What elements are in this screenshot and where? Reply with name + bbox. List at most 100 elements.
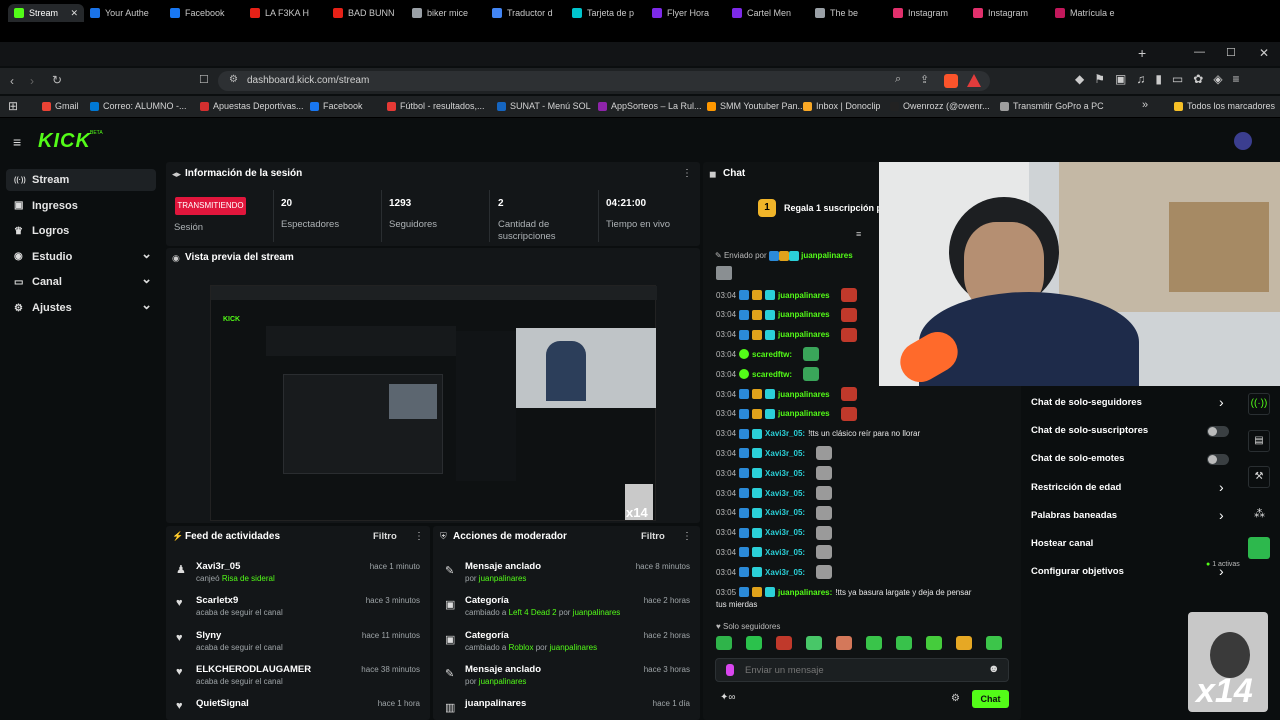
- emote-icon[interactable]: [956, 636, 972, 650]
- mod-category-name[interactable]: Left 4 Dead 2: [509, 608, 557, 617]
- stream-preview-video[interactable]: KICK: [210, 285, 657, 521]
- hamburger-menu-icon[interactable]: ≡: [13, 134, 21, 150]
- emote-icon[interactable]: [716, 636, 732, 650]
- bookmark-item[interactable]: Inbox | Donoclip: [803, 101, 880, 111]
- maximize-button[interactable]: ☐: [1226, 46, 1236, 59]
- chat-username[interactable]: juanpalinares: [778, 291, 830, 300]
- chat-username[interactable]: scaredftw:: [752, 370, 792, 379]
- chat-username[interactable]: scaredftw:: [752, 350, 792, 359]
- bookmark-item[interactable]: Fútbol - resultados,...: [387, 101, 485, 111]
- more-options-icon[interactable]: ⋮: [682, 168, 692, 179]
- bookmark-item[interactable]: Todos los marcadores: [1174, 101, 1275, 111]
- chat-message[interactable]: 03:04 Xavi3r_05:: [716, 543, 833, 561]
- tab-13[interactable]: Matrícula e: [1055, 4, 1129, 22]
- tab-11[interactable]: Instagram: [893, 4, 967, 22]
- mod-user[interactable]: juanpalinares: [573, 608, 621, 617]
- chat-settings-icon[interactable]: ⚙: [951, 693, 960, 704]
- chat-username[interactable]: juanpalinares: [778, 330, 830, 339]
- new-tab-button[interactable]: +: [1138, 45, 1146, 61]
- sidebar-item-ingresos[interactable]: ▣ Ingresos: [6, 195, 156, 217]
- chat-username[interactable]: Xavi3r_05:: [765, 449, 805, 458]
- chat-username[interactable]: Xavi3r_05:: [765, 568, 805, 577]
- chat-message[interactable]: 03:04 Xavi3r_05:: [716, 484, 833, 502]
- mod-menu-item[interactable]: Chat de solo-emotes: [1031, 453, 1124, 464]
- tab-2[interactable]: Facebook: [170, 4, 244, 22]
- chat-username[interactable]: Xavi3r_05:: [765, 429, 805, 438]
- bookmark-item[interactable]: Gmail: [42, 101, 79, 111]
- emote-icon[interactable]: [836, 636, 852, 650]
- emote-icon[interactable]: [866, 636, 882, 650]
- chat-message[interactable]: 03:04 juanpalinares: [716, 385, 857, 403]
- bookmark-item[interactable]: Owenrozz (@owenr...: [890, 101, 990, 111]
- tab-4[interactable]: BAD BUNN: [333, 4, 407, 22]
- emoji-icon[interactable]: ☻: [988, 663, 1000, 675]
- emote-icon[interactable]: [986, 636, 1002, 650]
- reload-icon[interactable]: ↻: [52, 73, 62, 87]
- chevron-down-icon[interactable]: ⌄: [141, 246, 152, 262]
- search-icon[interactable]: ⌕: [895, 73, 901, 86]
- wrench-icon[interactable]: ⚒: [1248, 466, 1270, 488]
- chat-message[interactable]: 03:05 juanpalinares: !tts ya basura largat…: [716, 583, 971, 601]
- more-bookmarks-icon[interactable]: »: [1142, 99, 1148, 111]
- bookmark-item[interactable]: Facebook: [310, 101, 363, 111]
- mod-user[interactable]: juanpalinares: [550, 643, 598, 652]
- bookmark-item[interactable]: Transmitir GoPro a PC: [1000, 101, 1104, 111]
- chat-message[interactable]: 03:04 scaredftw:: [716, 365, 820, 383]
- feed-filter-button[interactable]: Filtro: [373, 531, 397, 542]
- minimize-button[interactable]: —: [1194, 46, 1205, 58]
- chat-username[interactable]: juanpalinares: [778, 310, 830, 319]
- feed-user[interactable]: Scarletx9: [196, 595, 238, 606]
- mod-menu-item[interactable]: Hostear canal: [1031, 538, 1093, 549]
- tab-0[interactable]: Stream ✕: [8, 4, 84, 22]
- feed-user[interactable]: Slyny: [196, 630, 221, 641]
- chat-username[interactable]: juanpalinares: [778, 390, 830, 399]
- feed-user[interactable]: Xavi3r_05: [196, 561, 240, 572]
- tab-5[interactable]: biker mice: [412, 4, 486, 22]
- gift-sub-text[interactable]: Regala 1 suscripción pa: [784, 203, 887, 213]
- emote-icon[interactable]: [896, 636, 912, 650]
- send-chat-button[interactable]: Chat: [972, 690, 1009, 708]
- chat-message[interactable]: 03:04 Xavi3r_05:: [716, 524, 833, 542]
- toggle-switch[interactable]: [1207, 454, 1229, 466]
- mod-filter-button[interactable]: Filtro: [641, 531, 665, 542]
- feed-more-icon[interactable]: ⋮: [414, 531, 424, 542]
- emote-icon[interactable]: [776, 636, 792, 650]
- chevron-down-icon[interactable]: ⌄: [141, 271, 152, 287]
- chat-message[interactable]: 03:04 juanpalinares: [716, 306, 857, 324]
- chat-message[interactable]: 03:04 Xavi3r_05:: [716, 563, 833, 581]
- mod-menu-item[interactable]: Chat de solo-suscriptores: [1031, 425, 1148, 436]
- sidebar-item-logros[interactable]: ♛ Logros: [6, 220, 156, 242]
- feed-user[interactable]: ELKCHERODLAUGAMER: [196, 664, 311, 675]
- emote-icon[interactable]: [806, 636, 822, 650]
- back-icon[interactable]: ‹: [10, 74, 14, 88]
- brave-shield-icon[interactable]: [944, 74, 958, 88]
- broadcast-tool-icon[interactable]: ((·)): [1248, 393, 1270, 415]
- close-window-button[interactable]: ✕: [1259, 46, 1269, 60]
- chat-message[interactable]: 03:04 scaredftw:: [716, 345, 820, 363]
- bookmark-item[interactable]: Apuestas Deportivas...: [200, 101, 304, 111]
- mod-menu-item[interactable]: Chat de solo-seguidores: [1031, 397, 1142, 408]
- url-input[interactable]: dashboard.kick.com/stream: [218, 71, 990, 91]
- print-tool-icon[interactable]: ▤: [1248, 430, 1270, 452]
- tab-9[interactable]: Cartel Men: [732, 4, 806, 22]
- chat-username[interactable]: Xavi3r_05:: [765, 508, 805, 517]
- pinned-user[interactable]: juanpalinares: [801, 251, 853, 260]
- chevron-down-icon[interactable]: ⌄: [141, 297, 152, 313]
- tab-10[interactable]: The be: [815, 4, 889, 22]
- tab-12[interactable]: Instagram: [973, 4, 1047, 22]
- chat-message-input[interactable]: [745, 662, 975, 678]
- mod-category-name[interactable]: Roblox: [509, 643, 534, 652]
- emote-icon[interactable]: [926, 636, 942, 650]
- tab-8[interactable]: Flyer Hora: [652, 4, 726, 22]
- share-nodes-icon[interactable]: ⁂: [1254, 507, 1265, 520]
- bookmark-item[interactable]: SMM Youtuber Pan...: [707, 101, 805, 111]
- green-app-icon[interactable]: [1248, 537, 1270, 559]
- chevron-right-icon[interactable]: ›: [1219, 394, 1224, 410]
- chat-username[interactable]: juanpalinares:: [778, 588, 832, 597]
- bookmark-item[interactable]: Correo: ALUMNO -...: [90, 101, 187, 111]
- tab-3[interactable]: LA F3KA H: [250, 4, 324, 22]
- sidebar-item-canal[interactable]: ▭ Canal ⌄: [6, 271, 156, 293]
- mod-user[interactable]: juanpalinares: [479, 677, 527, 686]
- sidebar-item-stream[interactable]: ((·)) Stream: [6, 169, 156, 191]
- chat-username[interactable]: Xavi3r_05:: [765, 548, 805, 557]
